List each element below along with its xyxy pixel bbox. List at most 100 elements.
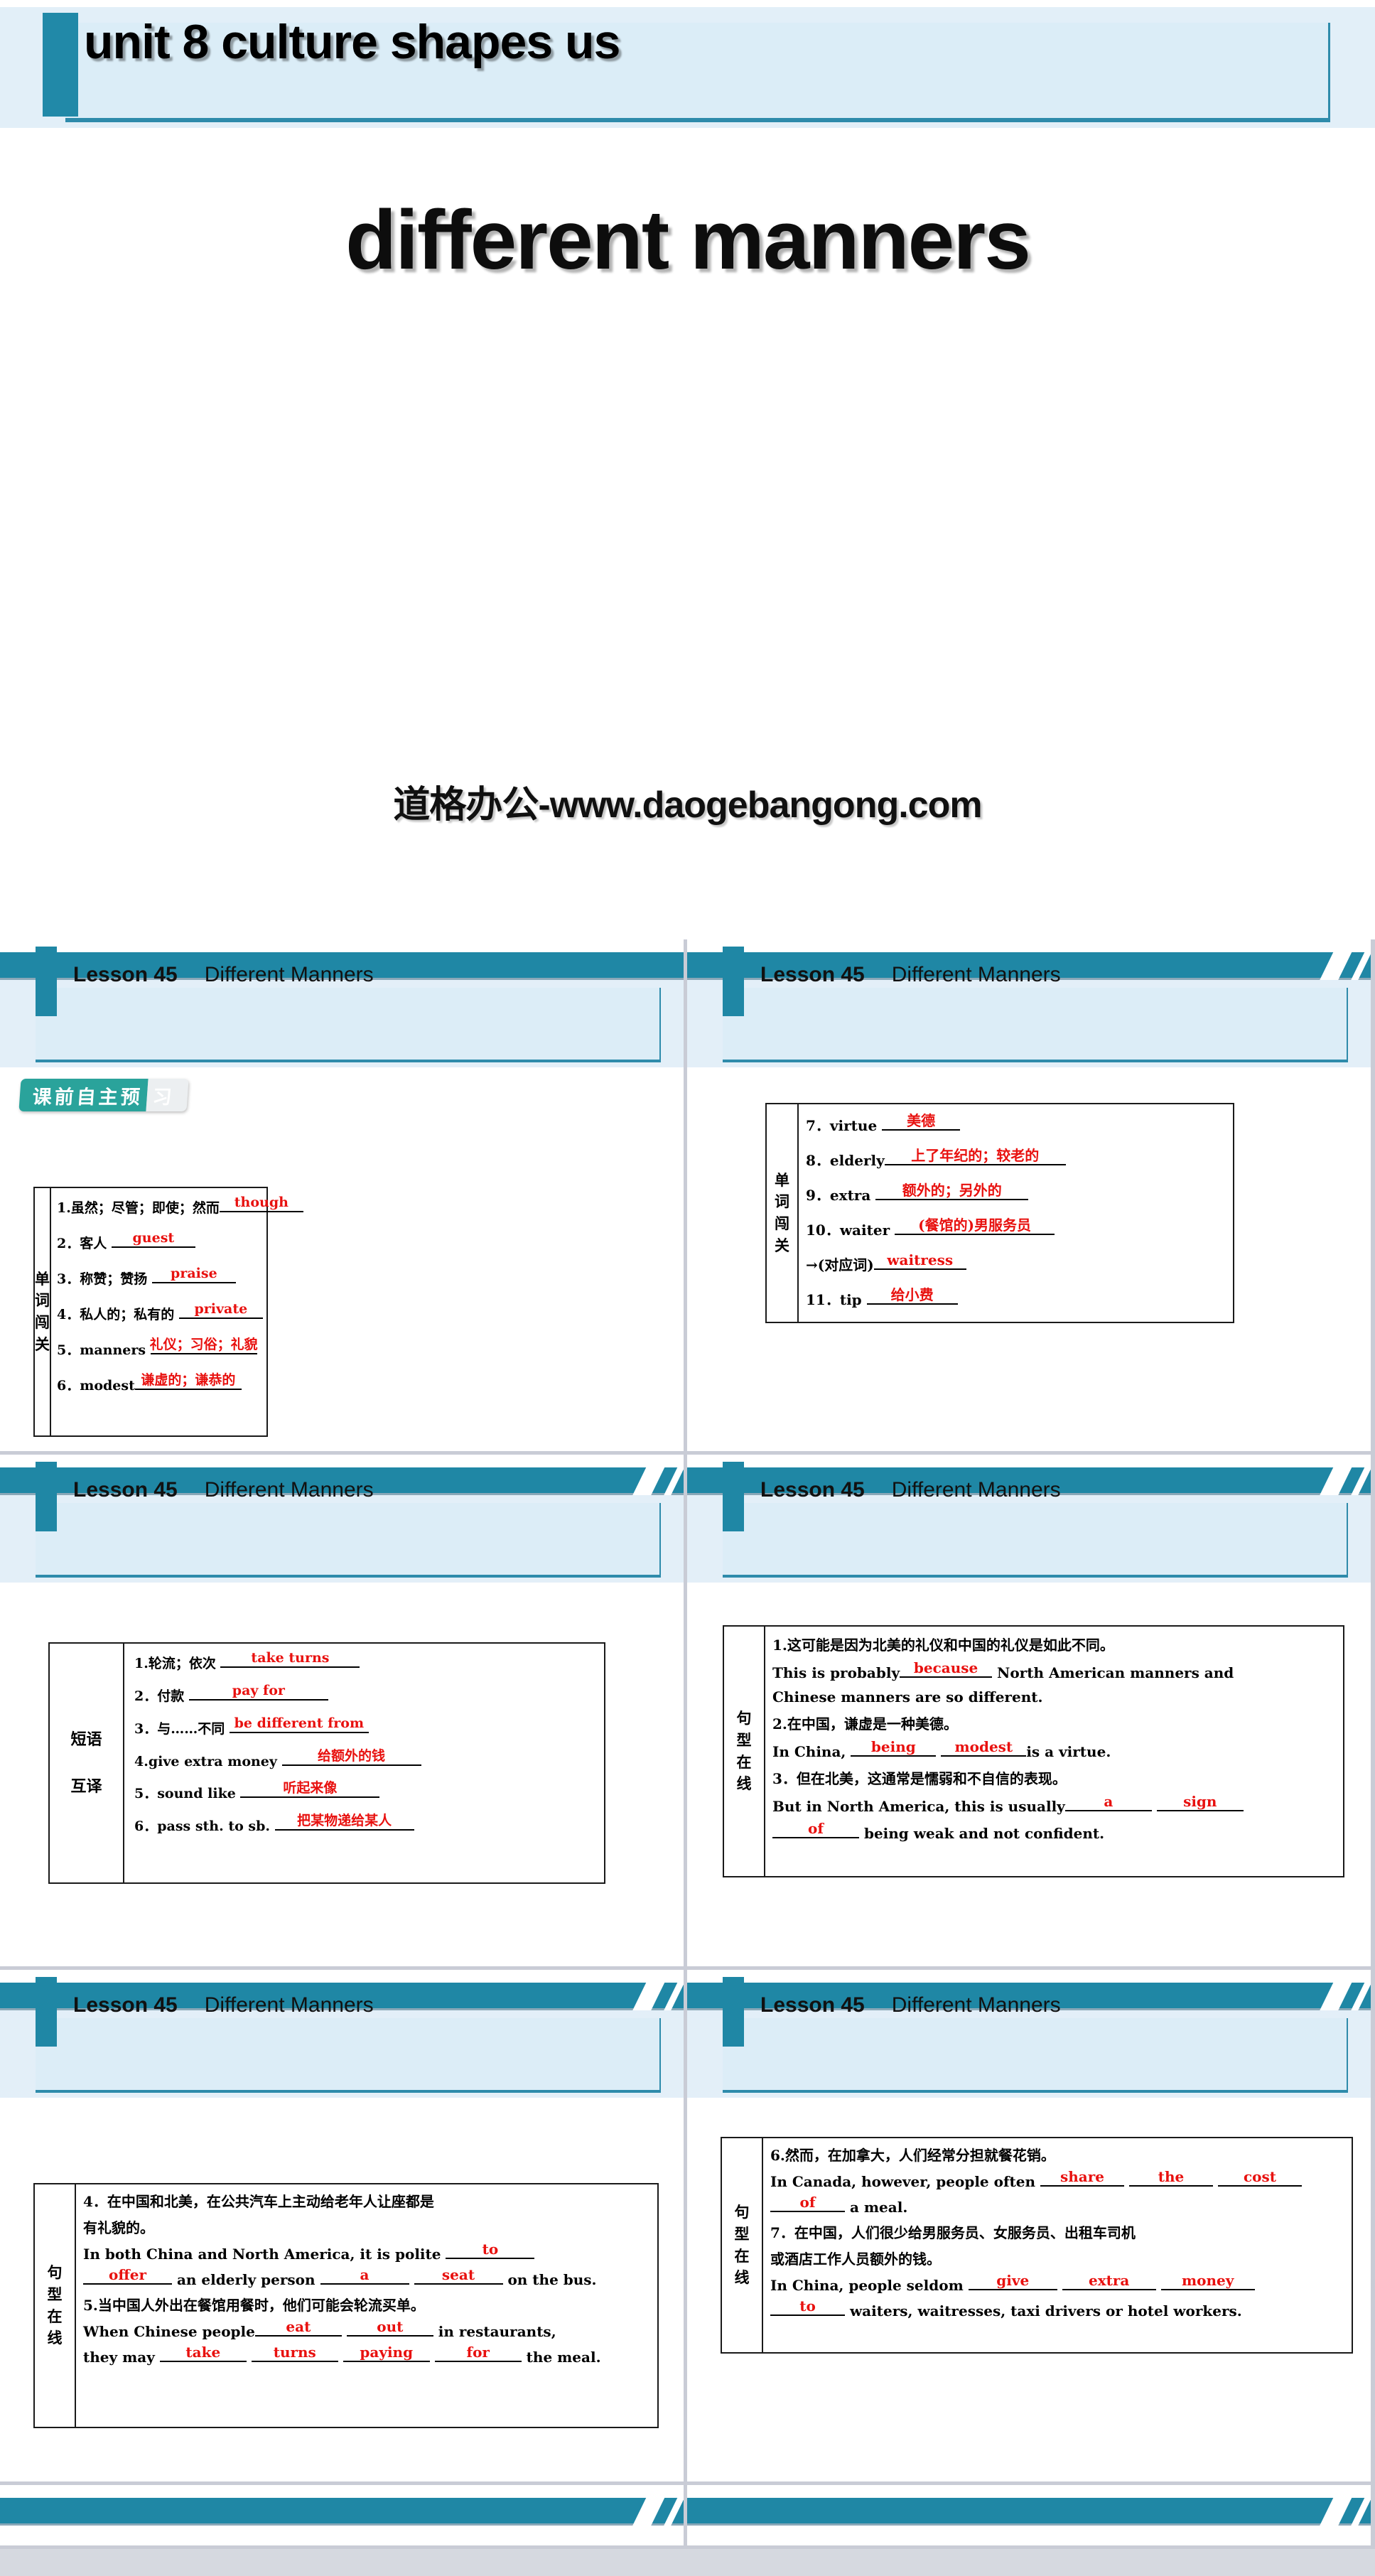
- table-body: 4．在中国和北美，在公共汽车上主动给老年人让座都是 有礼貌的。 In both Ch…: [76, 2184, 657, 2427]
- lesson-number: Lesson 45: [73, 1478, 178, 1502]
- answer-text: being: [870, 1738, 916, 1755]
- static-text: [338, 2349, 343, 2366]
- static-text: modest: [80, 1377, 135, 1394]
- answer-blank[interactable]: though: [219, 1195, 303, 1212]
- unit-label: unit 8 culture shapes us: [84, 15, 620, 69]
- english-answer-line: of a meal.: [770, 2195, 1352, 2216]
- english-answer-line: to waiters, waitresses, taxi drivers or …: [770, 2299, 1352, 2319]
- watermark: 道格办公-www.daogebangong.com: [393, 785, 982, 826]
- side-char: 句: [734, 2203, 750, 2221]
- static-text: 虽然；尽管；即使；然而: [70, 1200, 220, 1216]
- slide-header-band: [687, 1495, 1371, 1583]
- answer-blank[interactable]: share: [1040, 2170, 1125, 2187]
- answer-blank[interactable]: give: [968, 2273, 1057, 2290]
- static-text: 6．: [57, 1377, 80, 1394]
- answer-blank[interactable]: 美德: [882, 1114, 961, 1131]
- topbar-slash-small-icon: [663, 1981, 684, 2011]
- answer-text: because: [913, 1659, 978, 1676]
- static-text: North American manners and: [992, 1664, 1234, 1681]
- answer-blank[interactable]: 听起来像: [240, 1781, 380, 1798]
- answer-blank[interactable]: (餐馆的)男服务员: [895, 1218, 1055, 1235]
- answer-text: extra: [1088, 2272, 1130, 2289]
- side-char: 在: [47, 2307, 63, 2325]
- answer-blank[interactable]: to: [770, 2299, 845, 2316]
- answer-blank[interactable]: private: [178, 1302, 263, 1319]
- answer-blank[interactable]: money: [1160, 2273, 1255, 2290]
- side-char: 词: [35, 1291, 50, 1310]
- answer-blank[interactable]: eat: [254, 2318, 342, 2337]
- slide-sentences-3: Lesson 45 Different Manners 句 型 在 线 6.然而，…: [687, 1970, 1371, 2481]
- answer-blank[interactable]: of: [770, 2195, 845, 2212]
- answer-blank[interactable]: 额外的；另外的: [875, 1183, 1029, 1200]
- vocab-table: 单 词 闯 关 7．virtue 美德 8．elderly 上了年纪的；较老的 9．e…: [765, 1103, 1234, 1323]
- answer-blank[interactable]: because: [900, 1659, 993, 1678]
- answer-text: 把某物递给某人: [297, 1812, 392, 1828]
- answer-text: eat: [286, 2318, 311, 2335]
- answer-blank[interactable]: guest: [111, 1231, 195, 1248]
- answer-blank[interactable]: turns: [251, 2345, 338, 2362]
- table-row: 2．付款 pay for: [134, 1683, 604, 1705]
- answer-blank[interactable]: 给小费: [866, 1288, 958, 1305]
- static-text: In both China and North America, it is p…: [83, 2246, 446, 2263]
- answer-blank[interactable]: paying: [343, 2345, 430, 2362]
- answer-blank[interactable]: take turns: [220, 1651, 360, 1668]
- english-answer-line: In China, being modest is a virtue.: [772, 1740, 1343, 1760]
- side-char: 单: [35, 1269, 50, 1288]
- answer-blank[interactable]: pay for: [188, 1683, 328, 1701]
- static-text: 11．: [806, 1291, 840, 1308]
- static-text: 10．: [806, 1222, 840, 1239]
- answer-blank[interactable]: praise: [151, 1266, 236, 1283]
- answer-blank[interactable]: 谦虚的；谦恭的: [134, 1373, 242, 1390]
- answer-blank[interactable]: being: [851, 1738, 937, 1757]
- answer-blank[interactable]: take: [159, 2345, 247, 2362]
- static-text: 7．: [806, 1117, 830, 1134]
- answer-blank[interactable]: 给额外的钱: [281, 1749, 421, 1766]
- side-char: 型: [47, 2285, 63, 2303]
- sentence-table: 句 型 在 线 4．在中国和北美，在公共汽车上主动给老年人让座都是 有礼貌的。 In…: [33, 2183, 659, 2428]
- section-badge-tail: 习: [146, 1079, 189, 1111]
- side-char: 在: [734, 2246, 750, 2265]
- static-text: In China, people seldom: [770, 2277, 969, 2294]
- chinese-prompt: 4．在中国和北美，在公共汽车上主动给老年人让座都是: [83, 2190, 657, 2211]
- answer-blank[interactable]: for: [434, 2345, 522, 2362]
- answer-blank[interactable]: 上了年纪的；较老的: [884, 1147, 1066, 1165]
- side-char: 型: [736, 1730, 752, 1749]
- topbar-slash-small-icon: [663, 2496, 684, 2526]
- lesson-title: Different Manners: [891, 1478, 1061, 1502]
- static-text: being weak and not confident.: [859, 1825, 1105, 1842]
- answer-blank[interactable]: of: [772, 1821, 859, 1838]
- answer-text: 上了年纪的；较老的: [911, 1147, 1040, 1164]
- answer-blank[interactable]: to: [446, 2242, 535, 2259]
- answer-blank[interactable]: extra: [1062, 2272, 1156, 2290]
- slide-next-left-partial: [0, 2485, 684, 2545]
- answer-text: be different from: [234, 1715, 365, 1731]
- sentence-item: 7．在中国，人们很少给男服务员、女服务员、出租车司机 或酒店工作人员额外的钱。 In…: [770, 2221, 1352, 2319]
- answer-blank[interactable]: a: [320, 2268, 409, 2285]
- side-char: 句: [736, 1709, 752, 1728]
- side-char: 句: [47, 2263, 63, 2282]
- answer-blank[interactable]: seat: [414, 2268, 503, 2285]
- answer-blank[interactable]: 把某物递给某人: [274, 1812, 414, 1831]
- answer-blank[interactable]: out: [346, 2319, 433, 2337]
- table-row: →(对应词) waitress: [806, 1253, 1233, 1274]
- answer-blank[interactable]: be different from: [229, 1715, 369, 1733]
- table-side-label: 单 词 闯 关: [35, 1188, 51, 1435]
- answer-blank[interactable]: offer: [83, 2268, 172, 2285]
- slide-header-band: [0, 1495, 684, 1583]
- table-row: 5．manners 礼仪；习俗；礼貌: [57, 1337, 303, 1359]
- answer-blank[interactable]: modest: [941, 1740, 1027, 1757]
- answer-blank[interactable]: the: [1128, 2170, 1213, 2187]
- answer-blank[interactable]: waitress: [873, 1253, 966, 1270]
- static-text: 5.当中国人外出在餐馆用餐时，他们可能会轮流买单。: [83, 2297, 425, 2314]
- answer-blank[interactable]: cost: [1217, 2170, 1302, 2187]
- table-row: 6．pass sth. to sb. 把某物递给某人: [134, 1812, 604, 1835]
- static-text: 7．在中国，人们很少给男服务员、女服务员、出租车司机: [770, 2224, 1136, 2241]
- static-text: on the bus.: [502, 2271, 597, 2288]
- answer-blank[interactable]: 礼仪；习俗；礼貌: [150, 1337, 258, 1354]
- answer-blank[interactable]: a: [1064, 1794, 1152, 1811]
- answer-blank[interactable]: sign: [1156, 1794, 1244, 1811]
- side-char: 关: [35, 1335, 50, 1353]
- slide-phrases: Lesson 45 Different Manners 短语 互译 1.轮流；依次…: [0, 1455, 684, 1966]
- answer-text: offer: [108, 2266, 147, 2283]
- static-text: 1.这可能是因为北美的礼仪和中国的礼仪是如此不同。: [772, 1637, 1114, 1654]
